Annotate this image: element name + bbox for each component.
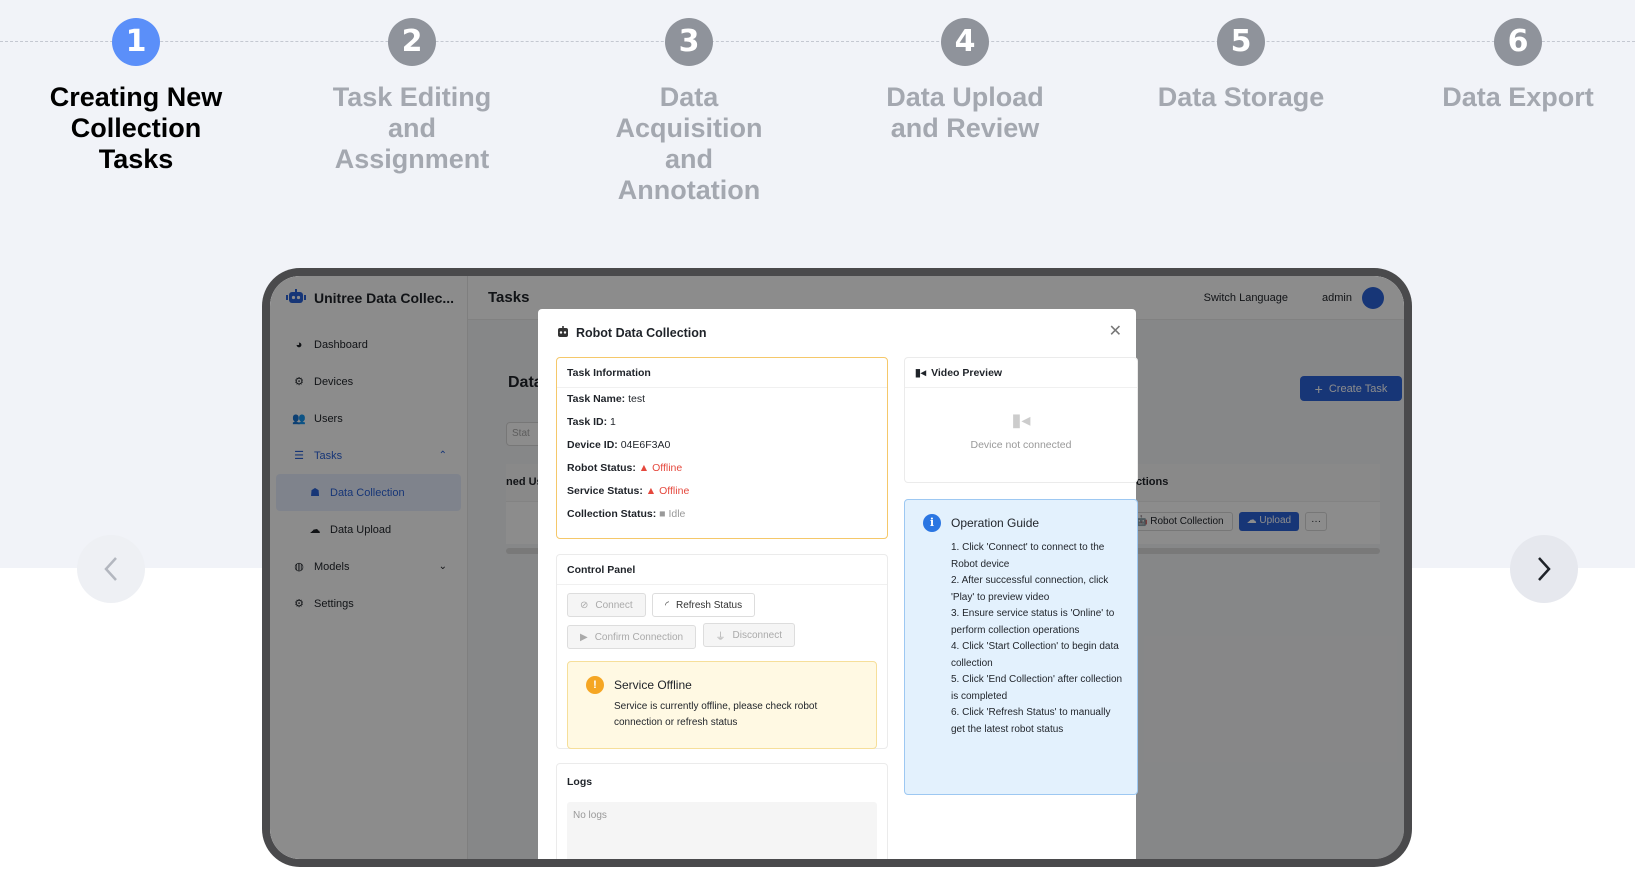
robot-status-value: Offline bbox=[652, 462, 683, 474]
robot-status-row: Robot Status: ▲ Offline bbox=[557, 457, 887, 480]
collection-status-row: Collection Status: ■ Idle bbox=[557, 503, 887, 526]
video-preview-title: Video Preview bbox=[931, 366, 1003, 379]
stepper-line bbox=[0, 41, 1635, 42]
card-header: Control Panel bbox=[557, 555, 887, 585]
task-name-value: test bbox=[628, 393, 646, 405]
modal-title: Robot Data Collection bbox=[556, 309, 1118, 357]
confirm-connection-label: Confirm Connection bbox=[594, 631, 684, 643]
step-1[interactable]: 1 Creating New Collection Tasks bbox=[36, 18, 236, 175]
task-id-row: Task ID: 1 bbox=[557, 411, 887, 434]
device-id-row: Device ID: 04E6F3A0 bbox=[557, 434, 887, 457]
step-number: 2 bbox=[388, 18, 436, 66]
card-header: ▮◂ Video Preview bbox=[905, 358, 1137, 388]
video-camera-placeholder-icon: ▮◂ bbox=[1011, 410, 1031, 430]
robot-status-label: Robot Status: bbox=[567, 462, 636, 474]
step-5[interactable]: 5 Data Storage bbox=[1141, 18, 1341, 113]
step-label: Data Acquisition and Annotation bbox=[615, 82, 763, 205]
guide-item: 1. Click 'Connect' to connect to the Rob… bbox=[951, 542, 1105, 570]
info-icon: i bbox=[923, 514, 941, 532]
task-id-value: 1 bbox=[610, 416, 616, 428]
step-number: 4 bbox=[941, 18, 989, 66]
operation-guide: i Operation Guide 1. Click 'Connect' to … bbox=[904, 499, 1138, 795]
logs-box: No logs bbox=[567, 802, 877, 859]
device-id-label: Device ID: bbox=[567, 439, 618, 451]
step-number: 1 bbox=[112, 18, 160, 66]
service-status-value: Offline bbox=[659, 485, 690, 497]
device-id-value: 04E6F3A0 bbox=[620, 439, 671, 451]
connect-button[interactable]: ⊘ Connect bbox=[567, 593, 646, 617]
link-icon: ⊘ bbox=[580, 599, 589, 611]
robot-data-collection-modal: Robot Data Collection ✕ Task Information… bbox=[538, 309, 1138, 859]
play-icon: ▶ bbox=[580, 631, 588, 643]
step-2[interactable]: 2 Task Editing and Assignment bbox=[312, 18, 512, 175]
warning-icon: ▲ bbox=[645, 485, 657, 497]
step-number: 6 bbox=[1494, 18, 1542, 66]
service-status-label: Service Status: bbox=[567, 485, 643, 497]
step-label: Data Upload and Review bbox=[886, 82, 1044, 143]
carousel-prev-button[interactable] bbox=[77, 535, 145, 603]
service-status-row: Service Status: ▲ Offline bbox=[557, 480, 887, 503]
video-preview-card: ▮◂ Video Preview ▮◂ Device not connected bbox=[904, 357, 1138, 483]
service-offline-alert: ! Service Offline Service is currently o… bbox=[567, 661, 877, 749]
task-id-label: Task ID: bbox=[567, 416, 608, 428]
robot-icon bbox=[556, 325, 570, 341]
guide-item: 4. Click 'Start Collection' to begin dat… bbox=[951, 641, 1119, 669]
guide-item: 5. Click 'End Collection' after collecti… bbox=[951, 674, 1123, 702]
step-number: 5 bbox=[1217, 18, 1265, 66]
alert-title: Service Offline bbox=[614, 678, 692, 692]
alert-message: Service is currently offline, please che… bbox=[614, 701, 818, 728]
step-number: 3 bbox=[665, 18, 713, 66]
warning-icon: ▲ bbox=[638, 462, 650, 474]
step-4[interactable]: 4 Data Upload and Review bbox=[865, 18, 1065, 144]
disconnect-label: Disconnect bbox=[732, 629, 782, 641]
close-icon[interactable]: ✕ bbox=[1109, 321, 1122, 341]
plug-icon: ⏚ bbox=[715, 631, 726, 643]
step-label: Data Export bbox=[1442, 82, 1594, 112]
task-name-row: Task Name: test bbox=[557, 388, 887, 411]
task-information-card: Task Information Task Name: test Task ID… bbox=[556, 357, 888, 539]
collection-status-label: Collection Status: bbox=[567, 508, 657, 520]
card-header: Logs bbox=[567, 776, 593, 788]
chevron-right-icon bbox=[1538, 557, 1551, 581]
step-label: Creating New Collection Tasks bbox=[49, 82, 223, 174]
guide-item: 3. Ensure service status is 'Online' to … bbox=[951, 608, 1115, 636]
step-6[interactable]: 6 Data Export bbox=[1418, 18, 1618, 113]
refresh-status-button[interactable]: ◜ Refresh Status bbox=[652, 593, 756, 617]
step-3[interactable]: 3 Data Acquisition and Annotation bbox=[589, 18, 789, 206]
chevron-left-icon bbox=[104, 557, 117, 581]
guide-item: 6. Click 'Refresh Status' to manually ge… bbox=[951, 707, 1111, 735]
operation-guide-title: Operation Guide bbox=[951, 516, 1040, 530]
exclamation-icon: ! bbox=[586, 676, 604, 694]
logs-card: Logs No logs bbox=[556, 763, 888, 859]
loading-spinner-icon: ◜ bbox=[665, 599, 669, 611]
video-camera-icon: ▮◂ bbox=[915, 366, 927, 379]
carousel-next-button[interactable] bbox=[1510, 535, 1578, 603]
step-label: Task Editing and Assignment bbox=[332, 82, 492, 174]
device-not-connected-text: Device not connected bbox=[970, 439, 1072, 451]
stop-square-icon: ■ bbox=[659, 508, 666, 520]
refresh-status-label: Refresh Status bbox=[675, 599, 743, 611]
guide-item: 2. After successful connection, click 'P… bbox=[951, 575, 1109, 603]
disconnect-button[interactable]: ⏚ Disconnect bbox=[702, 623, 795, 647]
control-panel-card: Control Panel ⊘ Connect ◜ Refresh Status… bbox=[556, 554, 888, 749]
collection-status-value: Idle bbox=[668, 508, 686, 520]
confirm-connection-button[interactable]: ▶ Confirm Connection bbox=[567, 625, 697, 649]
app-screen: Unitree Data Collec... ◕ Dashboard ⚙ Dev… bbox=[270, 276, 1404, 859]
connect-label: Connect bbox=[595, 599, 633, 611]
modal-title-text: Robot Data Collection bbox=[576, 326, 707, 340]
step-label: Data Storage bbox=[1157, 82, 1325, 112]
device-frame: Unitree Data Collec... ◕ Dashboard ⚙ Dev… bbox=[262, 268, 1412, 867]
task-name-label: Task Name: bbox=[567, 393, 626, 405]
card-header: Task Information bbox=[557, 358, 887, 388]
